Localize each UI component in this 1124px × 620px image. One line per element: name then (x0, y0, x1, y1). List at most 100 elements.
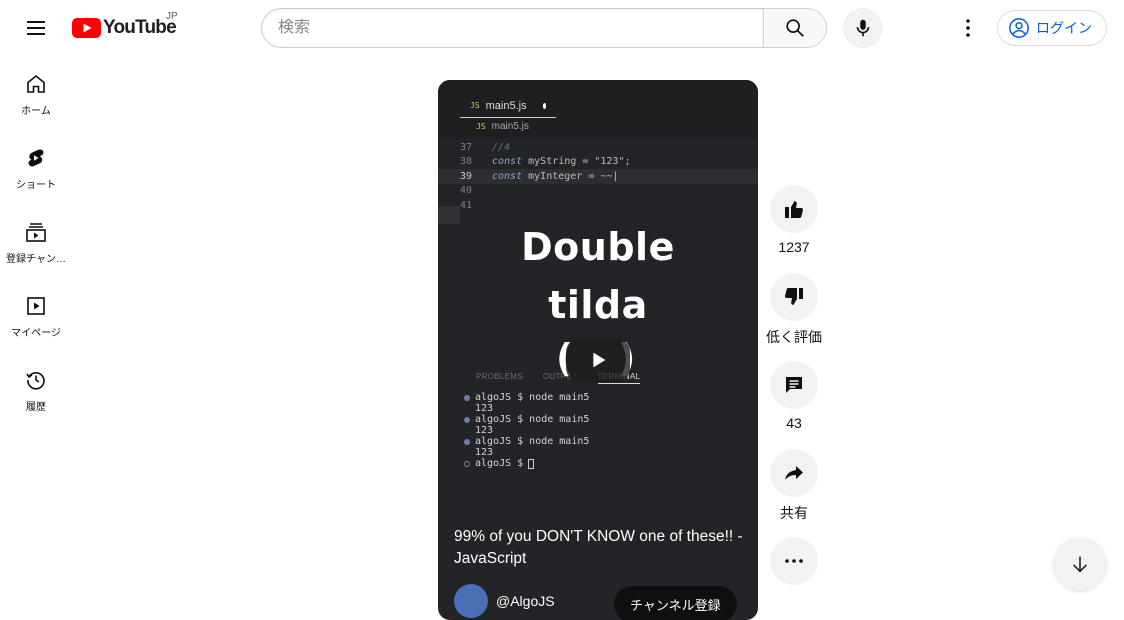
editor-breadcrumb: JS main5.js (476, 121, 529, 132)
guide-item-subscriptions[interactable]: 登録チャン… (0, 204, 72, 278)
search-icon (786, 19, 804, 37)
microphone-icon (856, 19, 870, 37)
youtube-play-logo-icon (72, 18, 101, 38)
unsaved-dot-icon (542, 102, 546, 109)
youtube-logo[interactable]: YouTube (72, 17, 177, 39)
terminal-dot-icon (464, 460, 470, 467)
search-box[interactable] (261, 8, 763, 48)
code-line: 40 (438, 184, 758, 199)
terminal-dot-icon (464, 438, 470, 445)
channel-avatar[interactable] (454, 584, 488, 618)
subscriptions-icon (26, 223, 46, 242)
hamburger-icon (27, 21, 45, 35)
next-short-button[interactable] (1054, 538, 1106, 590)
code-text: myInteger = ~~| (522, 170, 619, 182)
terminal-row: algoJS $ node main5 (464, 436, 589, 447)
guide-item-history[interactable]: 履歴 (0, 352, 72, 426)
terminal-cursor-icon (528, 458, 535, 469)
terminal-output: algoJS $ node main5 123 algoJS $ node ma… (464, 392, 589, 469)
arrow-down-icon (1073, 556, 1087, 573)
code-editor: 37 //4 38 const myString = "123"; 39 con… (438, 140, 758, 213)
history-icon (26, 372, 45, 390)
terminal-command: algoJS $ node main5 (475, 414, 590, 425)
channel-name[interactable]: @AlgoJS (496, 593, 555, 609)
more-actions-button[interactable] (770, 537, 818, 585)
terminal-result: 123 (475, 425, 494, 436)
video-overlay-title: Double tilda (438, 218, 758, 334)
overlay-line-1: Double (521, 225, 675, 269)
thumbs-up-icon (785, 201, 803, 218)
code-keyword: const (492, 156, 523, 168)
terminal-dot-icon (464, 416, 470, 423)
code-line: 41 (438, 198, 758, 213)
comment-count: 43 (786, 415, 802, 431)
home-icon (27, 74, 45, 93)
line-number: 37 (459, 141, 472, 153)
mini-guide: ホーム ショート 登録チャン… マイページ 履歴 (0, 56, 72, 426)
comments-button[interactable] (770, 361, 818, 409)
play-button[interactable] (566, 338, 630, 382)
dislike-button[interactable] (770, 273, 818, 321)
login-button[interactable]: ログイン (997, 10, 1107, 46)
dislike-action: 低く評価 (766, 273, 822, 347)
breadcrumb-js-icon: JS (476, 122, 486, 131)
comments-action: 43 (770, 361, 818, 431)
more-horizontal-icon (785, 559, 803, 563)
terminal-command: algoJS $ node main5 (475, 436, 590, 447)
comment-icon (786, 377, 802, 393)
share-arrow-icon (785, 466, 803, 480)
share-label: 共有 (780, 505, 808, 521)
guide-label-home: ホーム (21, 106, 51, 117)
guide-item-home[interactable]: ホーム (0, 56, 72, 130)
share-button[interactable] (770, 449, 818, 497)
voice-search-button[interactable] (843, 8, 883, 48)
guide-label-shorts: ショート (16, 180, 56, 191)
guide-label-subscriptions: 登録チャン… (6, 254, 66, 265)
terminal-row: algoJS $ (464, 458, 589, 469)
country-code: JP (166, 11, 178, 22)
login-label: ログイン (1036, 20, 1092, 36)
guide-label-library: マイページ (11, 328, 61, 339)
terminal-command: algoJS $ node main5 (475, 392, 590, 403)
editor-tab-main5: JS main5.js (460, 94, 556, 118)
code-line: 37 //4 (438, 140, 758, 155)
like-count: 1237 (778, 239, 810, 255)
like-action: 1237 (770, 185, 818, 255)
code-comment: //4 (492, 141, 511, 153)
code-line-active: 39 const myInteger = ~~| (438, 169, 758, 184)
terminal-prompt: algoJS $ (475, 458, 524, 469)
thumbs-down-icon (785, 288, 803, 305)
more-actions (770, 537, 818, 585)
code-text: myString = "123"; (522, 156, 631, 168)
terminal-result: 123 (475, 403, 494, 414)
like-button[interactable] (770, 185, 818, 233)
line-number: 40 (459, 185, 472, 197)
editor-tab-filename: main5.js (485, 99, 527, 112)
short-video-player[interactable]: JS main5.js JS main5.js 37 //4 38 const … (438, 80, 758, 620)
guide-label-history: 履歴 (26, 402, 46, 413)
masthead: YouTube JP ログイン (0, 0, 1124, 56)
breadcrumb-filename: main5.js (491, 121, 529, 132)
more-vertical-icon (966, 19, 970, 37)
code-line: 38 const myString = "123"; (438, 155, 758, 170)
terminal-dot-icon (464, 394, 470, 401)
short-title[interactable]: 99% of you DON'T KNOW one of these!! - J… (454, 526, 750, 570)
line-number: 41 (459, 199, 472, 211)
shorts-icon (28, 149, 44, 167)
play-icon (593, 352, 606, 368)
js-file-icon: JS (470, 101, 480, 110)
account-circle-icon (1009, 18, 1029, 38)
guide-item-shorts[interactable]: ショート (0, 130, 72, 204)
guide-menu-button[interactable] (16, 8, 56, 48)
search-button[interactable] (763, 8, 827, 48)
guide-item-library[interactable]: マイページ (0, 278, 72, 352)
overlay-line-2: tilda (548, 283, 648, 327)
library-icon (27, 297, 45, 315)
settings-more-button[interactable] (948, 8, 988, 48)
share-action: 共有 (770, 449, 818, 523)
line-number: 39 (459, 170, 472, 182)
subscribe-button[interactable]: チャンネル登録 (614, 586, 737, 620)
terminal-row: algoJS $ node main5 (464, 414, 589, 425)
terminal-row: algoJS $ node main5 (464, 392, 589, 403)
search-input[interactable] (278, 19, 763, 37)
